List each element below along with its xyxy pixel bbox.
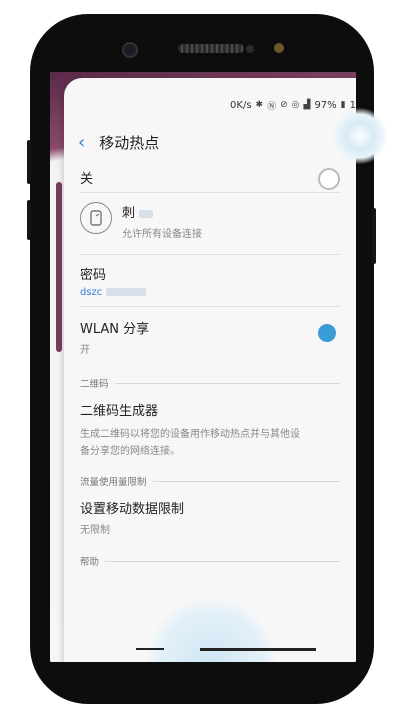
- help-section-header: 帮助: [80, 554, 340, 568]
- qr-desc-line2: 备分享您的网络连接。: [80, 446, 180, 457]
- wlan-share-toggle[interactable]: [318, 324, 336, 342]
- data-limit-title: 设置移动数据限制: [80, 502, 185, 517]
- back-arrow-icon[interactable]: ‹: [78, 132, 85, 153]
- qr-generator-title: 二维码生成器: [80, 404, 159, 419]
- status-extra: 1: [349, 99, 356, 111]
- device-row[interactable]: 刺 允许所有设备连接: [122, 202, 342, 240]
- redacted-password: [105, 288, 146, 296]
- device-subtitle: 允许所有设备连接: [122, 229, 202, 240]
- signal-icon: ▟: [303, 100, 311, 110]
- hotspot-icon: ◎: [291, 100, 300, 110]
- bluetooth-icon: ✱: [255, 100, 264, 110]
- front-camera-icon: [122, 42, 138, 58]
- device-name: 刺: [122, 206, 136, 221]
- touch-ripple-bottom: [146, 598, 276, 662]
- divider: [80, 192, 340, 193]
- redacted-name: [139, 209, 154, 218]
- qr-desc-line1: 生成二维码以将您的设备用作移动热点并与其他设: [80, 429, 300, 440]
- page-title: 移动热点: [99, 133, 160, 152]
- password-label: 密码: [80, 268, 107, 283]
- phone-screen: 0K/s ✱ Ⓝ ⊘ ◎ ▟ 97% ▮ 1 ‹ 移动热点 关 刺 允许所有设备…: [50, 72, 356, 662]
- wallpaper-edge: [56, 182, 62, 352]
- password-row[interactable]: 密码 dszc: [80, 264, 350, 298]
- qr-section-header: 二维码: [80, 376, 340, 390]
- data-limit-value: 无限制: [80, 525, 110, 536]
- wlan-share-row[interactable]: WLAN 分享 开: [80, 318, 350, 356]
- nfc-icon: Ⓝ: [267, 101, 277, 112]
- divider: [80, 254, 340, 255]
- hotspot-toggle[interactable]: [318, 168, 340, 190]
- data-limit-section-header: 流量使用量限制: [80, 474, 340, 488]
- wlan-share-label: WLAN 分享: [80, 322, 150, 337]
- flash-icon: [274, 43, 284, 53]
- sensor-icon: [246, 45, 254, 53]
- phone-outline-icon: [90, 210, 102, 226]
- nav-home-button[interactable]: [200, 648, 316, 651]
- divider: [80, 306, 340, 307]
- earpiece-speaker: [178, 44, 244, 53]
- volume-button: [27, 140, 31, 184]
- data-limit-section-title: 流量使用量限制: [80, 477, 147, 488]
- battery-level: 97%: [314, 99, 337, 111]
- password-value: dszc: [80, 287, 103, 298]
- battery-icon: ▮: [340, 100, 346, 110]
- mute-icon: ⊘: [280, 100, 288, 110]
- power-button: [372, 208, 376, 264]
- qr-generator-row[interactable]: 二维码生成器 生成二维码以将您的设备用作移动热点并与其他设 备分享您的网络连接。: [80, 400, 350, 457]
- hotspot-switch-row[interactable]: 关: [80, 168, 350, 187]
- net-speed: 0K/s: [230, 99, 252, 111]
- status-bar: 0K/s ✱ Ⓝ ⊘ ◎ ▟ 97% ▮ 1: [64, 96, 356, 114]
- help-section-title: 帮助: [80, 557, 100, 568]
- hotspot-settings-app: 0K/s ✱ Ⓝ ⊘ ◎ ▟ 97% ▮ 1 ‹ 移动热点 关 刺 允许所有设备…: [64, 78, 356, 662]
- app-header: ‹ 移动热点: [78, 128, 348, 156]
- bixby-button: [27, 200, 31, 240]
- device-icon: [80, 202, 112, 234]
- nav-recent-button[interactable]: [136, 648, 164, 650]
- qr-section-title: 二维码: [80, 379, 109, 390]
- hotspot-state-label: 关: [80, 172, 94, 187]
- data-limit-row[interactable]: 设置移动数据限制 无限制: [80, 498, 350, 536]
- wlan-share-state: 开: [80, 345, 90, 356]
